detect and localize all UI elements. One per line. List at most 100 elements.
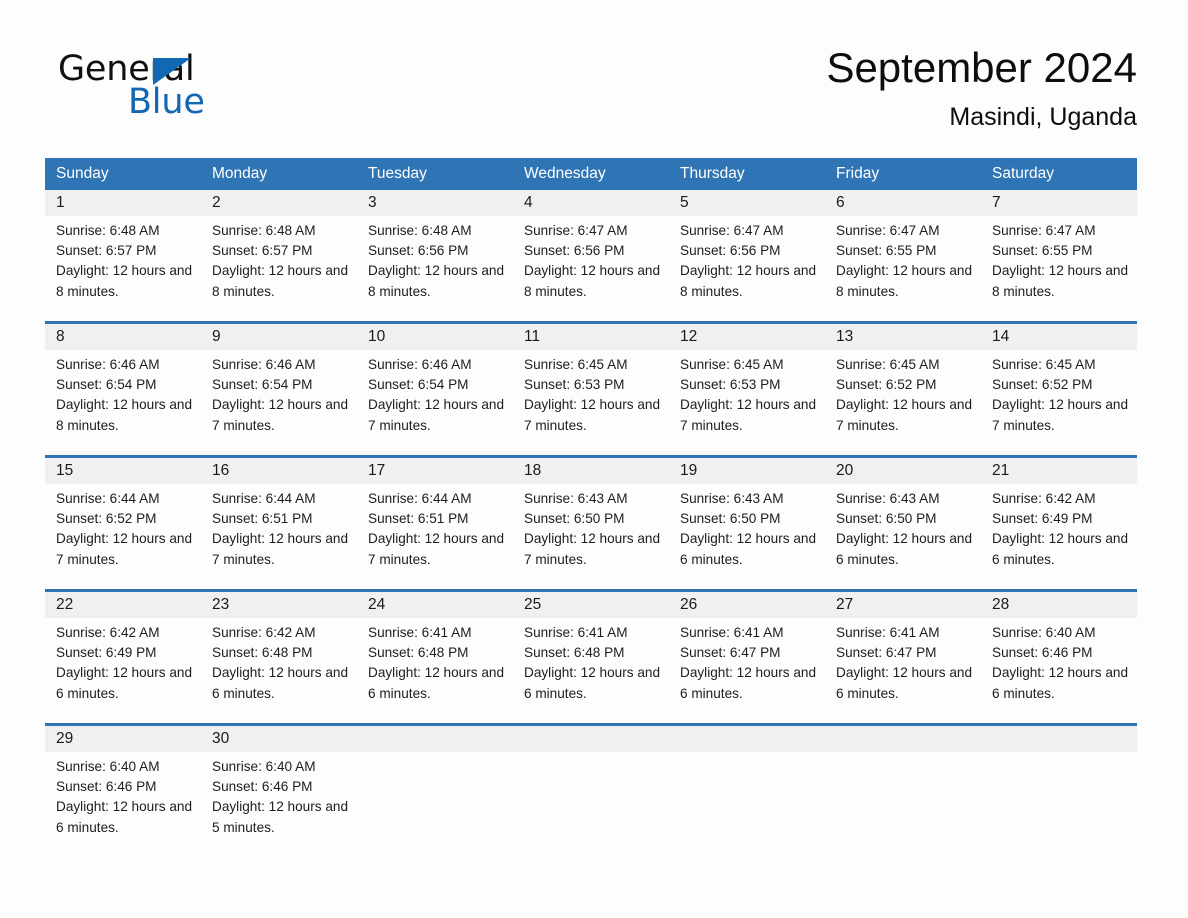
day-number-band: 16	[201, 458, 357, 484]
day-cell-18[interactable]: 18 Sunrise: 6:43 AM Sunset: 6:50 PM Dayligh…	[513, 458, 669, 589]
sunrise-time: Sunrise: 6:41 AM	[680, 625, 784, 640]
day-cell-8[interactable]: 8 Sunrise: 6:46 AM Sunset: 6:54 PM Daylight…	[45, 324, 201, 455]
day-details: Sunrise: 6:44 AM Sunset: 6:51 PM Daylight:…	[368, 489, 507, 570]
day-cell-7[interactable]: 7 Sunrise: 6:47 AM Sunset: 6:55 PM Daylight…	[981, 190, 1137, 321]
day-cell-17[interactable]: 17 Sunrise: 6:44 AM Sunset: 6:51 PM Dayligh…	[357, 458, 513, 589]
sunrise-time: Sunrise: 6:45 AM	[680, 357, 784, 372]
day-details: Sunrise: 6:42 AM Sunset: 6:48 PM Daylight:…	[212, 623, 351, 704]
sunrise-time: Sunrise: 6:48 AM	[368, 223, 472, 238]
daylight-duration: Daylight: 12 hours and 6 minutes.	[992, 531, 1129, 567]
sunset-time: Sunset: 6:48 PM	[212, 645, 313, 661]
day-number: 17	[368, 462, 386, 479]
sunset-time: Sunset: 6:56 PM	[368, 243, 469, 259]
day-cell-14[interactable]: 14 Sunrise: 6:45 AM Sunset: 6:52 PM Dayligh…	[981, 324, 1137, 455]
day-number: 19	[680, 462, 698, 479]
day-number: 16	[212, 462, 230, 479]
sunrise-time: Sunrise: 6:41 AM	[836, 625, 940, 640]
daylight-duration: Daylight: 12 hours and 6 minutes.	[836, 665, 973, 701]
day-number: 13	[836, 328, 854, 345]
day-details: Sunrise: 6:46 AM Sunset: 6:54 PM Daylight:…	[56, 355, 195, 436]
day-details: Sunrise: 6:45 AM Sunset: 6:53 PM Daylight:…	[680, 355, 819, 436]
day-cell-5[interactable]: 5 Sunrise: 6:47 AM Sunset: 6:56 PM Daylight…	[669, 190, 825, 321]
day-cell-27[interactable]: 27 Sunrise: 6:41 AM Sunset: 6:47 PM Dayligh…	[825, 592, 981, 723]
day-number: 2	[212, 194, 221, 211]
day-number-band: 17	[357, 458, 513, 484]
weekday-header-tuesday: Tuesday	[368, 165, 427, 182]
sunrise-time: Sunrise: 6:41 AM	[524, 625, 628, 640]
triangle-flag-icon	[153, 58, 191, 85]
day-cell-10[interactable]: 10 Sunrise: 6:46 AM Sunset: 6:54 PM Dayligh…	[357, 324, 513, 455]
day-cell-9[interactable]: 9 Sunrise: 6:46 AM Sunset: 6:54 PM Daylight…	[201, 324, 357, 455]
day-cell-13[interactable]: 13 Sunrise: 6:45 AM Sunset: 6:52 PM Dayligh…	[825, 324, 981, 455]
daylight-duration: Daylight: 12 hours and 6 minutes.	[680, 531, 817, 567]
sunset-time: Sunset: 6:57 PM	[56, 243, 157, 259]
daylight-duration: Daylight: 12 hours and 7 minutes.	[368, 531, 505, 567]
day-cell-12[interactable]: 12 Sunrise: 6:45 AM Sunset: 6:53 PM Dayligh…	[669, 324, 825, 455]
daylight-duration: Daylight: 12 hours and 7 minutes.	[992, 397, 1129, 433]
day-number-band: 2	[201, 190, 357, 216]
day-cell-25[interactable]: 25 Sunrise: 6:41 AM Sunset: 6:48 PM Dayligh…	[513, 592, 669, 723]
sunset-time: Sunset: 6:55 PM	[836, 243, 937, 259]
day-number: 29	[56, 730, 74, 747]
day-cell-1[interactable]: 1 Sunrise: 6:48 AM Sunset: 6:57 PM Daylight…	[45, 190, 201, 321]
sunrise-time: Sunrise: 6:42 AM	[992, 491, 1096, 506]
day-details: Sunrise: 6:43 AM Sunset: 6:50 PM Daylight:…	[680, 489, 819, 570]
daylight-duration: Daylight: 12 hours and 8 minutes.	[212, 263, 349, 299]
day-cell-22[interactable]: 22 Sunrise: 6:42 AM Sunset: 6:49 PM Dayligh…	[45, 592, 201, 723]
day-details: Sunrise: 6:41 AM Sunset: 6:48 PM Daylight:…	[524, 623, 663, 704]
week-day-cells: 22 Sunrise: 6:42 AM Sunset: 6:49 PM Dayligh…	[45, 592, 1137, 723]
sunrise-time: Sunrise: 6:42 AM	[56, 625, 160, 640]
calendar-week-row: 29 Sunrise: 6:40 AM Sunset: 6:46 PM Dayligh…	[45, 723, 1137, 857]
sunrise-time: Sunrise: 6:45 AM	[524, 357, 628, 372]
sunset-time: Sunset: 6:50 PM	[680, 511, 781, 527]
weekday-header-thursday: Thursday	[680, 165, 745, 182]
sunset-time: Sunset: 6:54 PM	[212, 377, 313, 393]
day-cell-30[interactable]: 30 Sunrise: 6:40 AM Sunset: 6:46 PM Dayligh…	[201, 726, 357, 857]
sunset-time: Sunset: 6:46 PM	[992, 645, 1093, 661]
page-header: General Blue September 2024 Masindi, Uga…	[45, 42, 1137, 148]
sunrise-time: Sunrise: 6:43 AM	[680, 491, 784, 506]
day-number-band: 1	[45, 190, 201, 216]
day-cell-2[interactable]: 2 Sunrise: 6:48 AM Sunset: 6:57 PM Daylight…	[201, 190, 357, 321]
day-details: Sunrise: 6:48 AM Sunset: 6:57 PM Daylight:…	[212, 221, 351, 302]
day-cell-24[interactable]: 24 Sunrise: 6:41 AM Sunset: 6:48 PM Dayligh…	[357, 592, 513, 723]
day-cell-16[interactable]: 16 Sunrise: 6:44 AM Sunset: 6:51 PM Dayligh…	[201, 458, 357, 589]
week-day-cells: 8 Sunrise: 6:46 AM Sunset: 6:54 PM Daylight…	[45, 324, 1137, 455]
day-details: Sunrise: 6:42 AM Sunset: 6:49 PM Daylight:…	[992, 489, 1131, 570]
sunrise-time: Sunrise: 6:43 AM	[836, 491, 940, 506]
day-cell-19[interactable]: 19 Sunrise: 6:43 AM Sunset: 6:50 PM Dayligh…	[669, 458, 825, 589]
day-cell-20[interactable]: 20 Sunrise: 6:43 AM Sunset: 6:50 PM Dayligh…	[825, 458, 981, 589]
day-cell-28[interactable]: 28 Sunrise: 6:40 AM Sunset: 6:46 PM Dayligh…	[981, 592, 1137, 723]
day-number-band: 6	[825, 190, 981, 216]
day-cell-6[interactable]: 6 Sunrise: 6:47 AM Sunset: 6:55 PM Daylight…	[825, 190, 981, 321]
day-cell-15[interactable]: 15 Sunrise: 6:44 AM Sunset: 6:52 PM Dayligh…	[45, 458, 201, 589]
calendar-table: Sunday Monday Tuesday Wednesday Thursday Frid…	[45, 158, 1137, 857]
day-cell-empty	[669, 726, 825, 857]
sunset-time: Sunset: 6:54 PM	[56, 377, 157, 393]
day-cell-empty	[357, 726, 513, 857]
day-cell-3[interactable]: 3 Sunrise: 6:48 AM Sunset: 6:56 PM Daylight…	[357, 190, 513, 321]
daylight-duration: Daylight: 12 hours and 7 minutes.	[56, 531, 193, 567]
sunset-time: Sunset: 6:56 PM	[524, 243, 625, 259]
day-cell-11[interactable]: 11 Sunrise: 6:45 AM Sunset: 6:53 PM Dayligh…	[513, 324, 669, 455]
sunset-time: Sunset: 6:48 PM	[368, 645, 469, 661]
day-details: Sunrise: 6:48 AM Sunset: 6:56 PM Daylight:…	[368, 221, 507, 302]
sunset-time: Sunset: 6:51 PM	[212, 511, 313, 527]
sunset-time: Sunset: 6:47 PM	[680, 645, 781, 661]
general-blue-logo[interactable]: General Blue	[58, 50, 318, 130]
day-number: 10	[368, 328, 386, 345]
daylight-duration: Daylight: 12 hours and 7 minutes.	[524, 397, 661, 433]
sunset-time: Sunset: 6:53 PM	[524, 377, 625, 393]
sunset-time: Sunset: 6:49 PM	[992, 511, 1093, 527]
day-cell-21[interactable]: 21 Sunrise: 6:42 AM Sunset: 6:49 PM Dayligh…	[981, 458, 1137, 589]
day-cell-4[interactable]: 4 Sunrise: 6:47 AM Sunset: 6:56 PM Daylight…	[513, 190, 669, 321]
day-cell-29[interactable]: 29 Sunrise: 6:40 AM Sunset: 6:46 PM Dayligh…	[45, 726, 201, 857]
sunrise-time: Sunrise: 6:48 AM	[56, 223, 160, 238]
day-number-band: 4	[513, 190, 669, 216]
sunrise-time: Sunrise: 6:40 AM	[212, 759, 316, 774]
day-cell-23[interactable]: 23 Sunrise: 6:42 AM Sunset: 6:48 PM Dayligh…	[201, 592, 357, 723]
day-cell-26[interactable]: 26 Sunrise: 6:41 AM Sunset: 6:47 PM Dayligh…	[669, 592, 825, 723]
day-details: Sunrise: 6:46 AM Sunset: 6:54 PM Daylight:…	[212, 355, 351, 436]
week-day-cells: 1 Sunrise: 6:48 AM Sunset: 6:57 PM Daylight…	[45, 190, 1137, 321]
day-details: Sunrise: 6:47 AM Sunset: 6:55 PM Daylight:…	[992, 221, 1131, 302]
